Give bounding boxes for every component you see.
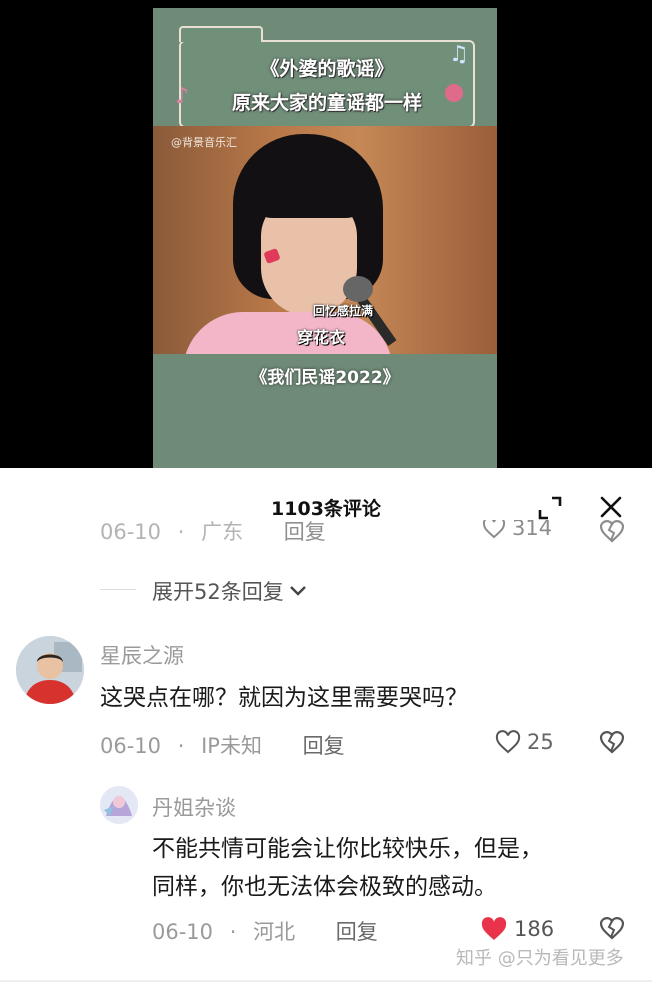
like-button-active[interactable]: 186 (480, 916, 554, 942)
comment-text-line1: 不能共情可能会让你比较快乐，但是， (152, 836, 543, 862)
dislike-icon[interactable] (598, 729, 626, 755)
expand-icon (538, 496, 562, 520)
comment-username[interactable]: 丹姐杂谈 (152, 792, 236, 822)
close-button[interactable] (596, 492, 626, 522)
reply-button[interactable]: 回复 (303, 734, 345, 758)
partial-comment-meta: 06-10 · 广东 回复 (100, 520, 326, 544)
expand-replies-button[interactable]: 展开52条回复 (152, 576, 308, 606)
music-note-icon: ♪ (175, 84, 190, 109)
comment-text: 这哭点在哪？就因为这里需要哭吗？ (100, 685, 468, 711)
reply-button[interactable]: 回复 (336, 920, 378, 944)
video-title-card: 《外婆的歌谣》 原来大家的童谣都一样 (179, 26, 475, 128)
heart-outline-icon (495, 730, 521, 754)
video-watermark: @背景音乐汇 (171, 136, 237, 149)
video-title-line1: 《外婆的歌谣》 (260, 58, 394, 80)
panel-header: 1103条评论 (0, 488, 652, 524)
comment-location: 河北 (253, 920, 296, 944)
expand-divider (100, 589, 136, 590)
heart-filled-icon (481, 917, 507, 940)
dislike-icon[interactable] (598, 915, 626, 941)
comment-location: 广东 (201, 520, 244, 544)
like-button[interactable]: 314 (482, 520, 552, 540)
video-subtitle: 穿花衣 (297, 328, 346, 347)
close-icon (600, 496, 622, 518)
fullscreen-expand-button[interactable] (536, 494, 564, 522)
comment-date: 06-10 (100, 734, 162, 758)
chevron-down-icon (289, 586, 306, 596)
like-count: 25 (527, 730, 554, 754)
video-subtitle-small: 回忆感拉满 (313, 304, 374, 318)
comment-text-line2: 同样，你也无法体会极致的感动。 (152, 874, 497, 900)
comment-meta: 06-10 · 河北 回复 (152, 920, 378, 944)
comment-username[interactable]: 星辰之源 (100, 640, 184, 670)
microphone-icon (343, 276, 373, 302)
video-player[interactable]: 《外婆的歌谣》 原来大家的童谣都一样 ♫ ♪ @背景音乐汇 回忆感拉满 穿花衣 … (0, 0, 652, 468)
show-name: 《我们民谣2022》 (250, 368, 400, 388)
video-frame[interactable]: 《外婆的歌谣》 原来大家的童谣都一样 ♫ ♪ @背景音乐汇 回忆感拉满 穿花衣 … (153, 8, 497, 468)
user-avatar-image (100, 786, 138, 824)
comment-meta: 06-10 · IP未知 回复 (100, 734, 345, 758)
partial-comment-row: 06-10 · 广东 回复 314 (0, 520, 652, 550)
like-count: 186 (514, 917, 555, 941)
avatar[interactable] (16, 636, 84, 704)
title-card-tab (179, 26, 263, 42)
music-note-icon: ♫ (449, 42, 469, 67)
like-count: 314 (512, 520, 553, 540)
comment-panel: 1103条评论 06-10 · 广东 回复 314 展开52条回复 星辰之源 这… (0, 468, 652, 982)
user-avatar-image (16, 636, 84, 704)
reply-button[interactable]: 回复 (284, 520, 326, 544)
performer-photo: @背景音乐汇 回忆感拉满 穿花衣 (153, 126, 497, 354)
like-button[interactable]: 25 (495, 730, 554, 754)
comment-date: 06-10 (100, 520, 162, 544)
zhihu-watermark: 知乎 @只为看见更多 (456, 948, 624, 969)
avatar[interactable] (100, 786, 138, 824)
video-title-line2: 原来大家的童谣都一样 (231, 92, 422, 114)
heart-outline-icon (482, 520, 506, 539)
expand-replies-label: 展开52条回复 (152, 580, 284, 604)
performer-bangs (249, 148, 369, 218)
dislike-icon[interactable] (598, 520, 626, 544)
comment-location: IP未知 (201, 734, 262, 758)
record-badge-icon (445, 84, 463, 102)
comment-date: 06-10 (152, 920, 214, 944)
